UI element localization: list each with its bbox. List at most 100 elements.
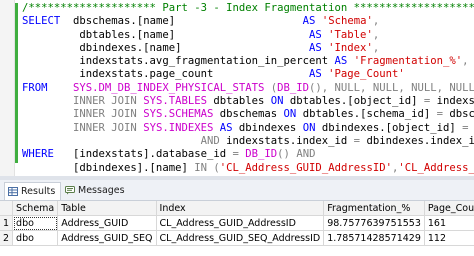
cell-table[interactable]: Address_GUID_SEQ	[57, 230, 157, 246]
cell-page-count[interactable]: 161	[424, 215, 474, 231]
column-header-page-count[interactable]: Page_Count	[424, 201, 474, 216]
code-token: AS	[309, 68, 322, 81]
code-line[interactable]: indexstats.page_count AS 'Page_Count'	[22, 68, 474, 81]
column-header-index[interactable]: Index	[156, 201, 325, 216]
code-token: indexstats.[object_id]	[436, 95, 474, 108]
code-line[interactable]: dbindexes.[name] AS 'Index',	[22, 42, 474, 55]
results-tabbar: Results Messages	[0, 180, 474, 201]
code-token: dbschemas.[name]	[66, 15, 303, 28]
code-token: ,	[462, 55, 469, 68]
code-token: dbindexes	[232, 121, 303, 134]
table-row[interactable]: 1 dbo Address_GUID CL_Address_GUID_Addre…	[0, 215, 474, 231]
code-token: (),	[309, 81, 335, 94]
cell-schema[interactable]: dbo	[12, 215, 59, 231]
code-token: DB_ID	[245, 148, 278, 161]
code-token: /******************** Part -3 - Index Fr…	[22, 2, 474, 14]
code-token: dbtables	[206, 95, 271, 108]
code-line[interactable]: SELECT dbschemas.[name] AS 'Schema',	[22, 15, 474, 28]
editor-gutter	[0, 0, 15, 176]
tab-results-label: Results	[21, 186, 56, 197]
code-token: dbschemas.[schema_id]	[449, 108, 474, 121]
code-token: ON	[302, 121, 316, 134]
change-indicator-bar	[15, 3, 18, 163]
column-header-schema[interactable]: Schema	[12, 201, 59, 216]
code-line[interactable]: indexstats.avg_fragmentation_in_percent …	[22, 55, 474, 68]
code-line[interactable]: /******************** Part -3 - Index Fr…	[22, 2, 474, 15]
code-token: ON	[283, 108, 297, 121]
cell-page-count[interactable]: 112	[424, 230, 474, 246]
results-table: Schema Table Index Fragmentation_% Page_…	[0, 201, 474, 246]
code-token: dbindexes.[object_id]	[315, 121, 463, 134]
code-token: 'Index'	[328, 41, 373, 54]
messages-icon	[65, 186, 75, 195]
sql-editor[interactable]: /******************** Part -3 - Index Fr…	[0, 0, 474, 176]
header-row: Schema Table Index Fragmentation_% Page_…	[0, 201, 474, 216]
code-token: [dbindexes].[name]	[22, 161, 195, 174]
code-line[interactable]: INNER JOIN SYS.SCHEMAS dbschemas ON dbta…	[22, 108, 474, 121]
code-line[interactable]: dbtables.[name] AS 'Table',	[22, 29, 474, 42]
sql-code[interactable]: /******************** Part -3 - Index Fr…	[22, 2, 474, 176]
code-token: indexstats.page_count	[22, 68, 310, 81]
code-token: AS	[219, 121, 233, 134]
code-token: INNER JOIN	[73, 108, 144, 121]
code-token: dbtables.[schema_id]	[296, 108, 437, 121]
code-line[interactable]: AND indexstats.index_id = dbindexes.inde…	[22, 135, 474, 148]
code-token: 'CL_Address_GUID_AddressID'	[219, 161, 392, 174]
code-line[interactable]: INNER JOIN SYS.INDEXES AS dbindexes ON d…	[22, 122, 474, 135]
code-token: dbtables.[object_id]	[283, 95, 424, 108]
cell-schema[interactable]: dbo	[12, 230, 59, 246]
code-token: ()	[277, 148, 290, 161]
tab-results[interactable]: Results	[4, 182, 62, 200]
tab-messages-label: Messages	[78, 185, 125, 196]
code-token: DB_ID	[277, 81, 310, 94]
results-grid[interactable]: Schema Table Index Fragmentation_% Page_…	[0, 201, 474, 256]
code-token: indexstats.index_id	[219, 134, 354, 147]
code-token: AS	[334, 55, 348, 68]
code-token: SYS.TABLES	[143, 95, 207, 108]
code-token: WHERE	[22, 148, 54, 161]
code-token: 'Page_Count'	[328, 68, 405, 81]
tab-messages[interactable]: Messages	[62, 182, 130, 199]
row-number[interactable]: 2	[0, 230, 14, 246]
code-token: 'CL_Address_GUID_SEQ_AddressID'	[398, 161, 474, 174]
row-number[interactable]: 1	[0, 215, 14, 231]
code-token: ,	[372, 41, 380, 54]
code-token: FROM	[22, 81, 48, 94]
code-token: indexstats.[object_id]	[469, 122, 474, 134]
code-token: ,	[372, 28, 380, 41]
code-token: AS	[309, 41, 322, 54]
code-token: dbschemas	[213, 108, 284, 121]
grid-icon	[8, 187, 18, 196]
cell-fragmentation[interactable]: 1.78571428571429	[323, 230, 425, 246]
code-token: dbtables.[name]	[22, 28, 310, 41]
cell-table[interactable]: Address_GUID	[57, 215, 157, 231]
cell-index[interactable]: CL_Address_GUID_AddressID	[156, 215, 325, 231]
code-token: INNER JOIN	[73, 95, 144, 108]
code-line[interactable]: FROM SYS.DM_DB_INDEX_PHYSICAL_STATS (DB_…	[22, 82, 474, 95]
code-token: indexstats.avg_fragmentation_in_percent	[22, 55, 335, 68]
corner-cell	[0, 201, 14, 216]
code-token: SELECT	[22, 15, 67, 28]
code-token: AND	[296, 148, 316, 161]
table-row[interactable]: 2 dbo Address_GUID_SEQ CL_Address_GUID_S…	[0, 230, 474, 246]
code-line[interactable]: WHERE [indexstats].database_id = DB_ID()…	[22, 148, 474, 161]
code-token: 'Table'	[328, 28, 373, 41]
cell-fragmentation[interactable]: 98.7577639751553	[323, 215, 425, 231]
code-token: SYS.DM_DB_INDEX_PHYSICAL_STATS	[73, 81, 265, 94]
column-header-table[interactable]: Table	[57, 201, 157, 216]
column-header-fragmentation[interactable]: Fragmentation_%	[323, 201, 425, 216]
code-token: INNER JOIN	[73, 121, 144, 134]
code-token: ON	[270, 95, 284, 108]
code-token: (	[264, 81, 278, 94]
code-line[interactable]: [dbindexes].[name] IN ('CL_Address_GUID_…	[22, 162, 474, 175]
cell-index[interactable]: CL_Address_GUID_SEQ_AddressID	[156, 230, 325, 246]
code-line[interactable]: INNER JOIN SYS.TABLES dbtables ON dbtabl…	[22, 95, 474, 108]
code-token: AND	[200, 134, 220, 147]
code-token: IN	[194, 161, 207, 174]
code-token: 'Schema'	[321, 15, 373, 28]
